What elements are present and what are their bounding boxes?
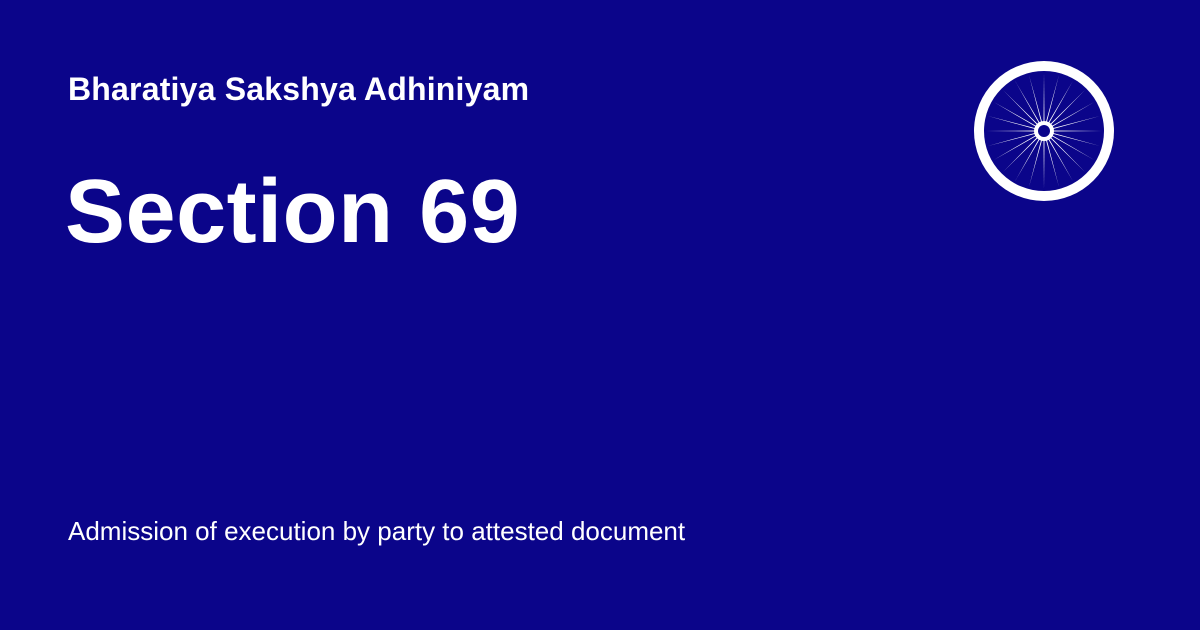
- ashoka-chakra-icon: [972, 59, 1116, 203]
- section-subtitle: Admission of execution by party to attes…: [68, 516, 686, 546]
- section-title: Section 69: [65, 162, 521, 262]
- share-card: Bharatiya Sakshya Adhiniyam Section 69 A…: [0, 0, 1200, 630]
- act-name: Bharatiya Sakshya Adhiniyam: [68, 71, 530, 107]
